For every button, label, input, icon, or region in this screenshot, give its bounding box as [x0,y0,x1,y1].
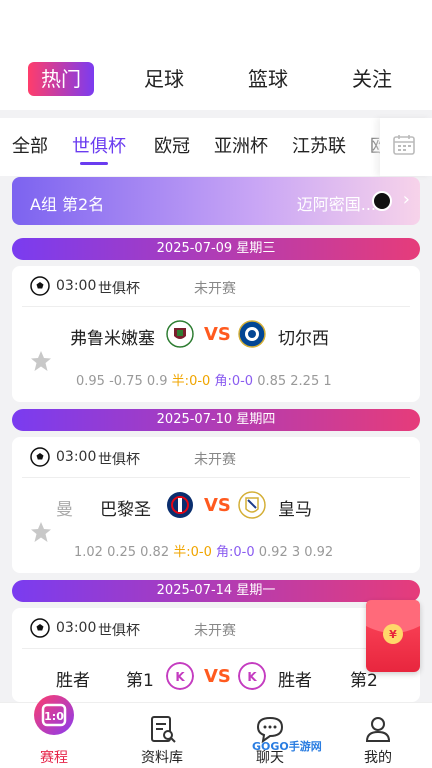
nav-profile-label: 我的 [364,750,392,766]
football-icon [30,618,50,638]
football-icon [30,447,50,467]
home-team-name-scroll: 胜者 [56,671,90,691]
home-team-name: 第1 [126,671,154,691]
away-team-name: 切尔西 [278,329,329,349]
vs-label: VS [204,495,231,516]
odds-row: 1.02 0.25 0.82 半:0-0 角:0-0 0.92 3 0.92 [74,541,333,560]
odds-row: 0.95 -0.75 0.9 半:0-0 角:0-0 0.85 2.25 1 [76,370,332,389]
tab-follow[interactable]: 关注 [344,62,400,96]
league-tab-ucl[interactable]: 欧冠 [154,132,190,158]
league-tab-jiangsu[interactable]: 江苏联 [292,132,346,158]
team-logo-icon [372,191,392,211]
match-time: 03:00 [56,449,97,465]
nav-chat[interactable]: 聊天 [230,703,310,768]
date-header: 2025-07-09 星期三 [12,238,420,260]
database-icon [151,716,176,743]
odds-right: 0.92 3 0.92 [258,545,334,560]
red-packet-icon: ¥ [366,600,420,644]
divider [22,648,410,649]
svg-text:¥: ¥ [389,628,397,641]
match-league: 世俱杯 [98,281,140,297]
match-league: 世俱杯 [98,452,140,468]
corner-score: 0-0 [231,374,254,389]
calendar-icon [393,135,415,155]
match-card[interactable]: 03:00 世俱杯 未开赛 胜者 第1 K VS K 胜者 第2 [12,608,420,702]
home-team-name: 弗鲁米嫩塞 [70,329,155,349]
tab-football[interactable]: 足球 [136,62,192,96]
nav-database[interactable]: 资料库 [122,703,202,768]
home-team-name: 巴黎圣 [100,500,151,520]
home-team-name-scroll: 曼 [56,500,73,520]
league-tabs: 全部 世俱杯 欧冠 亚洲杯 江苏联 欧 [0,118,432,176]
nav-profile[interactable]: 我的 [338,703,418,768]
corner-score: 0-0 [233,545,255,560]
league-tab-all[interactable]: 全部 [12,132,48,158]
divider [22,477,410,478]
svg-text:1:0: 1:0 [44,710,64,723]
match-card[interactable]: 03:00 世俱杯 未开赛 弗鲁米嫩塞 VS 切尔西 0.95 -0.75 0.… [12,266,420,402]
watermark: GOGO手游网 [252,740,322,753]
home-team-logo-icon [167,492,193,518]
corner-label: 角: [214,374,232,389]
vs-label: VS [204,666,231,687]
date-header: 2025-07-14 星期一 [12,580,420,602]
match-status: 未开赛 [194,452,236,468]
match-card[interactable]: 03:00 世俱杯 未开赛 曼 巴黎圣 VS 皇马 1.02 0.25 0.82… [12,437,420,573]
match-status: 未开赛 [194,623,236,639]
odds-right: 0.85 2.25 1 [257,374,332,389]
league-tab-asian-cup[interactable]: 亚洲杯 [214,132,268,158]
away-team-logo-icon [238,320,266,348]
league-tab-club-world-cup[interactable]: 世俱杯 [72,132,126,158]
match-time: 03:00 [56,278,97,294]
match-status: 未开赛 [194,281,236,297]
chevron-right-icon: › [402,189,410,210]
away-team-name-scroll: 胜者 [278,671,312,691]
main-tabs: 热门 足球 篮球 关注 [0,62,432,98]
home-team-logo-icon: K [166,662,194,690]
odds-left: 0.95 -0.75 0.9 [76,374,168,389]
group-team-name: 迈阿密国... [296,195,376,214]
group-rank-text: A组 第2名 [30,195,105,214]
corner-label: 角: [216,545,234,560]
tab-hot[interactable]: 热门 [28,62,94,96]
nav-schedule[interactable]: 1:0 赛程 [14,695,94,768]
nav-schedule-label: 赛程 [40,750,68,766]
football-icon [30,276,50,296]
away-team-logo-icon [238,491,266,519]
calendar-button[interactable] [380,118,432,176]
home-team-logo-icon [166,320,194,348]
half-score: 0-0 [189,374,211,389]
odds-left: 1.02 0.25 0.82 [74,545,170,560]
divider [22,306,410,307]
date-header: 2025-07-10 星期四 [12,409,420,431]
half-score: 0-0 [190,545,212,560]
bottom-nav: 1:0 赛程 资料库 聊天 我的 [0,695,432,768]
schedule-icon: 1:0 [34,695,74,735]
active-tab-indicator [80,162,108,165]
svg-text:K: K [247,670,257,684]
vs-label: VS [204,324,231,345]
svg-text:K: K [175,670,185,684]
group-ranking-banner[interactable]: A组 第2名 迈阿密国... › [12,177,420,225]
match-league: 世俱杯 [98,623,140,639]
star-icon[interactable] [30,350,52,372]
half-label: 半: [173,545,191,560]
star-icon[interactable] [30,521,52,543]
profile-icon [365,717,391,742]
red-packet-button[interactable]: ¥ [366,600,420,672]
half-label: 半: [171,374,190,389]
tab-basketball[interactable]: 篮球 [240,62,296,96]
match-time: 03:00 [56,620,97,636]
away-team-logo-icon: K [238,662,266,690]
nav-database-label: 资料库 [141,750,183,766]
away-team-name: 皇马 [278,500,312,520]
